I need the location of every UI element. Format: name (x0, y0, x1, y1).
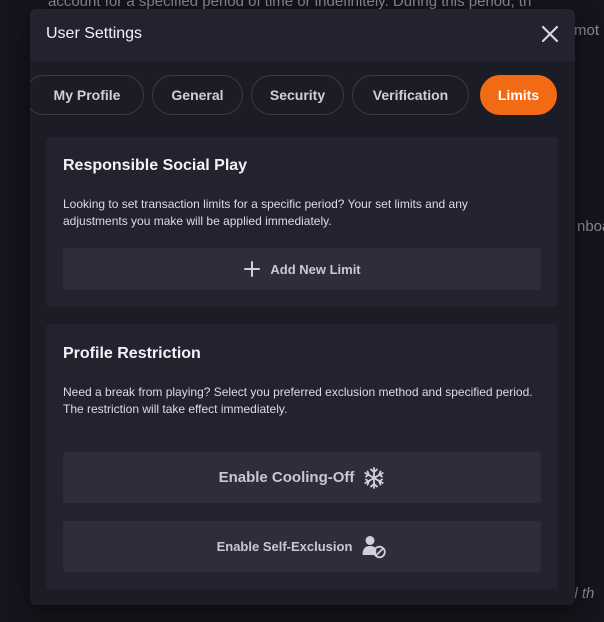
button-label: Enable Cooling-Off (218, 469, 355, 486)
add-new-limit-button[interactable]: Add New Limit (63, 248, 541, 290)
card-description: Need a break from playing? Select you pr… (63, 385, 533, 416)
background-text: nboa (577, 218, 604, 235)
modal-title: User Settings (46, 25, 143, 42)
card-description: Looking to set transaction limits for a … (63, 197, 468, 228)
plus-icon (244, 261, 261, 277)
tab-limits[interactable]: Limits (480, 75, 557, 115)
social-play-card: Responsible Social Play Looking to set t… (46, 137, 558, 307)
background-text: mot (574, 22, 600, 39)
button-label: Add New Limit (270, 261, 361, 277)
button-label: Enable Self-Exclusion (216, 539, 353, 554)
enable-self-exclusion-button[interactable]: Enable Self-Exclusion (63, 521, 541, 572)
tab-label: Verification (372, 87, 449, 103)
tab-general[interactable]: General (152, 75, 243, 115)
snowflake-icon (364, 466, 385, 489)
tab-my-profile[interactable]: My Profile (30, 75, 144, 115)
card-title: Profile Restriction (63, 345, 201, 362)
settings-tabs: My Profile General Security Verification… (30, 75, 575, 121)
user-blocked-icon (362, 535, 387, 558)
tab-label: Security (269, 87, 326, 103)
tab-label: Limits (497, 87, 540, 103)
user-settings-modal: User Settings My Profile General Securit… (30, 9, 575, 605)
tab-label: My Profile (53, 87, 121, 103)
tab-verification[interactable]: Verification (352, 75, 469, 115)
tab-security[interactable]: Security (251, 75, 344, 115)
tab-label: General (171, 87, 224, 103)
card-title: Responsible Social Play (63, 157, 248, 174)
profile-restriction-card: Profile Restriction Need a break from pl… (46, 324, 558, 589)
enable-cooling-off-button[interactable]: Enable Cooling-Off (63, 452, 541, 503)
close-icon (541, 25, 559, 43)
modal-header: User Settings (30, 9, 575, 61)
close-button[interactable] (539, 23, 561, 45)
